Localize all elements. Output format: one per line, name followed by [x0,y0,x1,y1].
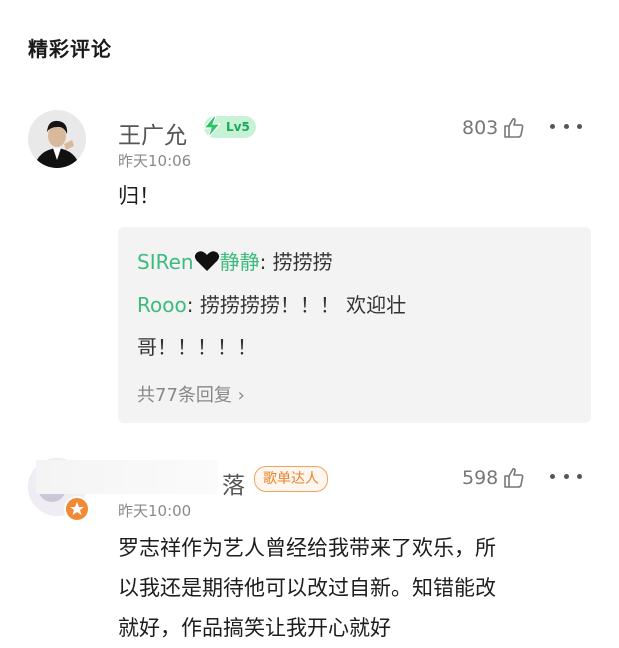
reply-item: Rooo: 捞捞捞捞！！！ 欢迎壮 [137,289,406,318]
comment-time: 昨天10:00 [118,502,192,520]
level-label: Lv5 [226,120,250,134]
comment-text-line: 罗志祥作为艺人曾经给我带来了欢乐，所 [118,536,496,560]
star-badge-icon [64,496,90,522]
like-count: 598 [462,467,499,489]
more-icon[interactable] [550,470,582,482]
reply-text: : 捞捞捞捞！！！ 欢迎壮 [186,293,407,317]
thumb-up-icon [504,467,524,488]
username[interactable]: 王广允 [118,116,187,150]
level-badge: Lv5 [202,116,256,138]
comment-time: 昨天10:06 [118,152,192,170]
heart-icon [194,251,219,271]
avatar[interactable] [28,110,86,168]
username-blurred [36,460,218,494]
username[interactable]: 落 [222,466,245,500]
more-icon[interactable] [550,120,582,132]
like-button[interactable]: 598 [462,466,526,490]
reply-username[interactable]: SIRen [137,250,194,274]
view-replies-link[interactable]: 共77条回复 › [137,381,245,407]
reply-preview[interactable]: SIRen 静静: 捞捞捞 Rooo: 捞捞捞捞！！！ 欢迎壮 哥！！！！！ 共7… [118,227,591,423]
reply-text: : 捞捞捞 [259,250,333,274]
comment-text: 罗志祥作为艺人曾经给我带来了欢乐，所 以我还是期待他可以改过自新。知错能改 就好… [118,528,496,648]
reply-item: SIRen 静静: 捞捞捞 [137,246,333,275]
reply-text-cont: 哥！！！！！ [137,335,257,359]
tag-badge: 歌单达人 [254,466,328,492]
comment-text: 归！ [118,184,160,208]
thumb-up-icon [504,117,524,138]
reply-username[interactable]: Rooo [137,293,187,317]
section-title: 精彩评论 [28,37,112,61]
lightning-icon [202,116,222,138]
comment-text-line: 就好，作品搞笑让我开心就好 [118,616,391,640]
like-button[interactable]: 803 [462,116,526,140]
reply-username-2[interactable]: 静静 [220,250,260,274]
comment-text-line: 以我还是期待他可以改过自新。知错能改 [118,576,496,600]
like-count: 803 [462,117,499,139]
